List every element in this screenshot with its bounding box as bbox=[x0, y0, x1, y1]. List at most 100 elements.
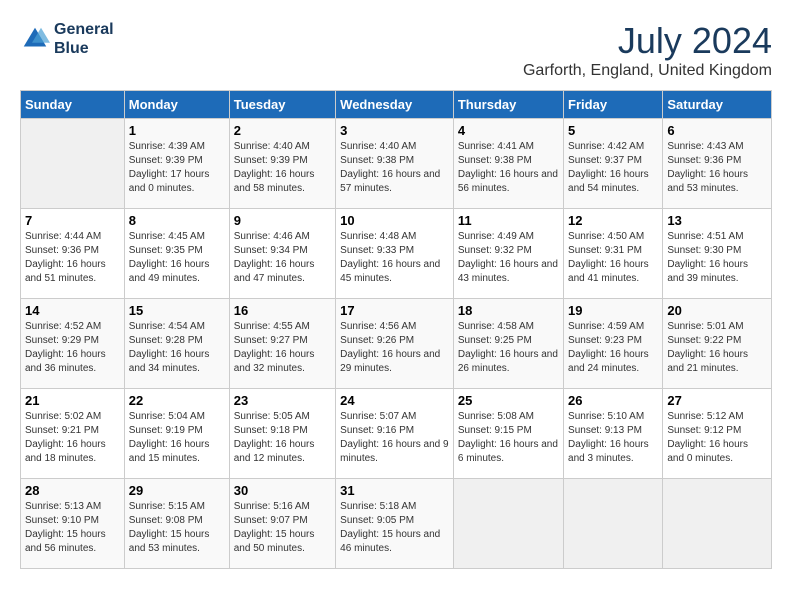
calendar-cell bbox=[564, 479, 663, 569]
day-info: Sunrise: 5:13 AMSunset: 9:10 PMDaylight:… bbox=[25, 500, 120, 556]
calendar-cell bbox=[453, 479, 563, 569]
day-number: 1 bbox=[129, 123, 225, 138]
calendar-cell: 9 Sunrise: 4:46 AMSunset: 9:34 PMDaylight… bbox=[229, 209, 335, 299]
day-number: 10 bbox=[340, 213, 449, 228]
logo-text: General Blue bbox=[54, 20, 114, 58]
calendar-table: SundayMondayTuesdayWednesdayThursdayFrid… bbox=[20, 90, 772, 569]
calendar-cell: 8 Sunrise: 4:45 AMSunset: 9:35 PMDaylight… bbox=[124, 209, 229, 299]
calendar-cell: 31 Sunrise: 5:18 AMSunset: 9:05 PMDayligh… bbox=[336, 479, 454, 569]
calendar-cell: 30 Sunrise: 5:16 AMSunset: 9:07 PMDayligh… bbox=[229, 479, 335, 569]
day-number: 19 bbox=[568, 303, 658, 318]
day-info: Sunrise: 5:16 AMSunset: 9:07 PMDaylight:… bbox=[234, 500, 331, 556]
calendar-cell: 13 Sunrise: 4:51 AMSunset: 9:30 PMDayligh… bbox=[663, 209, 772, 299]
day-info: Sunrise: 4:54 AMSunset: 9:28 PMDaylight:… bbox=[129, 320, 225, 376]
day-number: 12 bbox=[568, 213, 658, 228]
weekday-header-saturday: Saturday bbox=[663, 91, 772, 119]
day-info: Sunrise: 5:08 AMSunset: 9:15 PMDaylight:… bbox=[458, 410, 559, 466]
weekday-header-wednesday: Wednesday bbox=[336, 91, 454, 119]
day-info: Sunrise: 4:43 AMSunset: 9:36 PMDaylight:… bbox=[667, 140, 767, 196]
calendar-week-1: 1 Sunrise: 4:39 AMSunset: 9:39 PMDaylight… bbox=[21, 119, 772, 209]
calendar-cell: 5Sunrise: 4:42 AMSunset: 9:37 PMDaylight… bbox=[564, 119, 663, 209]
calendar-week-3: 14Sunrise: 4:52 AMSunset: 9:29 PMDayligh… bbox=[21, 299, 772, 389]
calendar-cell: 14Sunrise: 4:52 AMSunset: 9:29 PMDayligh… bbox=[21, 299, 125, 389]
calendar-week-4: 21Sunrise: 5:02 AMSunset: 9:21 PMDayligh… bbox=[21, 389, 772, 479]
day-number: 9 bbox=[234, 213, 331, 228]
calendar-cell: 25 Sunrise: 5:08 AMSunset: 9:15 PMDayligh… bbox=[453, 389, 563, 479]
calendar-cell: 20 Sunrise: 5:01 AMSunset: 9:22 PMDayligh… bbox=[663, 299, 772, 389]
day-number: 13 bbox=[667, 213, 767, 228]
day-number: 6 bbox=[667, 123, 767, 138]
weekday-header-tuesday: Tuesday bbox=[229, 91, 335, 119]
day-info: Sunrise: 4:39 AMSunset: 9:39 PMDaylight:… bbox=[129, 140, 225, 196]
day-info: Sunrise: 4:42 AMSunset: 9:37 PMDaylight:… bbox=[568, 140, 658, 196]
calendar-cell: 27 Sunrise: 5:12 AMSunset: 9:12 PMDayligh… bbox=[663, 389, 772, 479]
day-number: 21 bbox=[25, 393, 120, 408]
day-info: Sunrise: 5:15 AMSunset: 9:08 PMDaylight:… bbox=[129, 500, 225, 556]
day-info: Sunrise: 4:46 AMSunset: 9:34 PMDaylight:… bbox=[234, 230, 331, 286]
logo-icon bbox=[20, 24, 50, 54]
calendar-cell: 1 Sunrise: 4:39 AMSunset: 9:39 PMDaylight… bbox=[124, 119, 229, 209]
calendar-cell: 22 Sunrise: 5:04 AMSunset: 9:19 PMDayligh… bbox=[124, 389, 229, 479]
day-number: 14 bbox=[25, 303, 120, 318]
day-number: 18 bbox=[458, 303, 559, 318]
day-info: Sunrise: 4:51 AMSunset: 9:30 PMDaylight:… bbox=[667, 230, 767, 286]
weekday-header-sunday: Sunday bbox=[21, 91, 125, 119]
calendar-cell: 19 Sunrise: 4:59 AMSunset: 9:23 PMDayligh… bbox=[564, 299, 663, 389]
calendar-cell: 11 Sunrise: 4:49 AMSunset: 9:32 PMDayligh… bbox=[453, 209, 563, 299]
calendar-cell: 23 Sunrise: 5:05 AMSunset: 9:18 PMDayligh… bbox=[229, 389, 335, 479]
day-number: 7 bbox=[25, 213, 120, 228]
day-number: 26 bbox=[568, 393, 658, 408]
day-info: Sunrise: 4:56 AMSunset: 9:26 PMDaylight:… bbox=[340, 320, 449, 376]
calendar-cell: 10 Sunrise: 4:48 AMSunset: 9:33 PMDayligh… bbox=[336, 209, 454, 299]
day-number: 8 bbox=[129, 213, 225, 228]
day-info: Sunrise: 5:01 AMSunset: 9:22 PMDaylight:… bbox=[667, 320, 767, 376]
day-info: Sunrise: 4:50 AMSunset: 9:31 PMDaylight:… bbox=[568, 230, 658, 286]
calendar-cell: 15 Sunrise: 4:54 AMSunset: 9:28 PMDayligh… bbox=[124, 299, 229, 389]
calendar-cell: 7Sunrise: 4:44 AMSunset: 9:36 PMDaylight… bbox=[21, 209, 125, 299]
weekday-header-monday: Monday bbox=[124, 91, 229, 119]
day-info: Sunrise: 4:58 AMSunset: 9:25 PMDaylight:… bbox=[458, 320, 559, 376]
calendar-cell: 18 Sunrise: 4:58 AMSunset: 9:25 PMDayligh… bbox=[453, 299, 563, 389]
month-title: July 2024 bbox=[523, 20, 772, 62]
logo: General Blue bbox=[20, 20, 114, 58]
day-info: Sunrise: 5:10 AMSunset: 9:13 PMDaylight:… bbox=[568, 410, 658, 466]
calendar-cell: 28 Sunrise: 5:13 AMSunset: 9:10 PMDayligh… bbox=[21, 479, 125, 569]
title-area: July 2024 Garforth, England, United King… bbox=[523, 20, 772, 80]
day-number: 24 bbox=[340, 393, 449, 408]
day-number: 15 bbox=[129, 303, 225, 318]
day-info: Sunrise: 4:48 AMSunset: 9:33 PMDaylight:… bbox=[340, 230, 449, 286]
weekday-header-row: SundayMondayTuesdayWednesdayThursdayFrid… bbox=[21, 91, 772, 119]
day-number: 25 bbox=[458, 393, 559, 408]
day-number: 16 bbox=[234, 303, 331, 318]
day-number: 29 bbox=[129, 483, 225, 498]
day-number: 20 bbox=[667, 303, 767, 318]
calendar-cell: 2Sunrise: 4:40 AMSunset: 9:39 PMDaylight… bbox=[229, 119, 335, 209]
calendar-week-2: 7Sunrise: 4:44 AMSunset: 9:36 PMDaylight… bbox=[21, 209, 772, 299]
calendar-cell bbox=[21, 119, 125, 209]
day-info: Sunrise: 5:05 AMSunset: 9:18 PMDaylight:… bbox=[234, 410, 331, 466]
calendar-cell: 16 Sunrise: 4:55 AMSunset: 9:27 PMDayligh… bbox=[229, 299, 335, 389]
day-info: Sunrise: 5:07 AMSunset: 9:16 PMDaylight:… bbox=[340, 410, 449, 466]
day-number: 27 bbox=[667, 393, 767, 408]
day-info: Sunrise: 5:18 AMSunset: 9:05 PMDaylight:… bbox=[340, 500, 449, 556]
day-number: 31 bbox=[340, 483, 449, 498]
day-info: Sunrise: 5:04 AMSunset: 9:19 PMDaylight:… bbox=[129, 410, 225, 466]
calendar-cell: 12 Sunrise: 4:50 AMSunset: 9:31 PMDayligh… bbox=[564, 209, 663, 299]
day-number: 17 bbox=[340, 303, 449, 318]
day-number: 11 bbox=[458, 213, 559, 228]
day-info: Sunrise: 5:12 AMSunset: 9:12 PMDaylight:… bbox=[667, 410, 767, 466]
day-number: 28 bbox=[25, 483, 120, 498]
calendar-cell: 3Sunrise: 4:40 AMSunset: 9:38 PMDaylight… bbox=[336, 119, 454, 209]
day-info: Sunrise: 4:59 AMSunset: 9:23 PMDaylight:… bbox=[568, 320, 658, 376]
day-info: Sunrise: 4:55 AMSunset: 9:27 PMDaylight:… bbox=[234, 320, 331, 376]
day-info: Sunrise: 4:49 AMSunset: 9:32 PMDaylight:… bbox=[458, 230, 559, 286]
day-info: Sunrise: 4:41 AMSunset: 9:38 PMDaylight:… bbox=[458, 140, 559, 196]
day-number: 30 bbox=[234, 483, 331, 498]
day-info: Sunrise: 4:45 AMSunset: 9:35 PMDaylight:… bbox=[129, 230, 225, 286]
calendar-cell: 29 Sunrise: 5:15 AMSunset: 9:08 PMDayligh… bbox=[124, 479, 229, 569]
day-number: 4 bbox=[458, 123, 559, 138]
day-number: 22 bbox=[129, 393, 225, 408]
day-number: 23 bbox=[234, 393, 331, 408]
calendar-cell: 4 Sunrise: 4:41 AMSunset: 9:38 PMDaylight… bbox=[453, 119, 563, 209]
calendar-week-5: 28 Sunrise: 5:13 AMSunset: 9:10 PMDayligh… bbox=[21, 479, 772, 569]
